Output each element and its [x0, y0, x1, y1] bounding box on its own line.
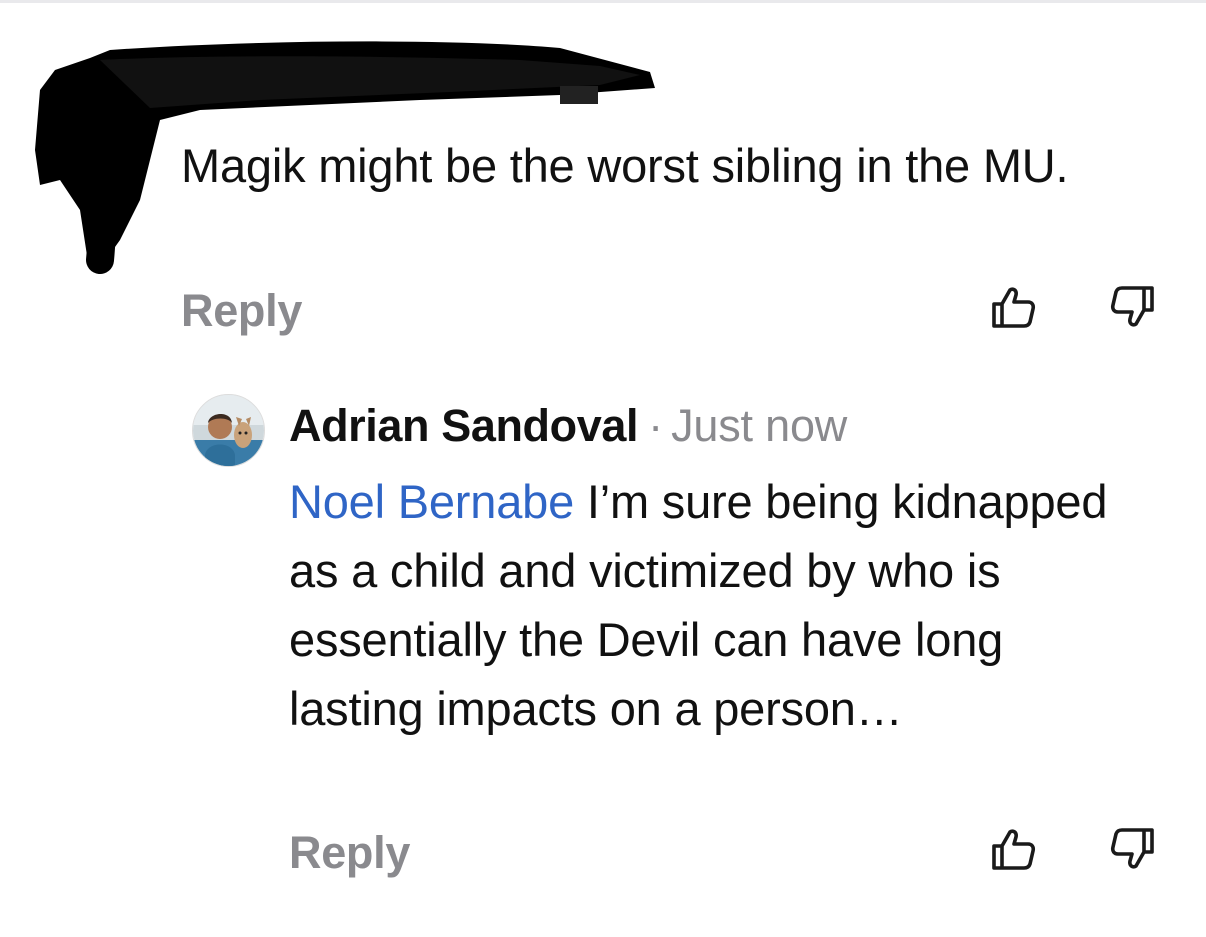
thumbs-down-icon[interactable] [1108, 282, 1158, 332]
thumbs-up-icon[interactable] [988, 282, 1038, 332]
timestamp: Just now [671, 400, 848, 451]
comment-thread: Magik might be the worst sibling in the … [0, 0, 1206, 937]
avatar[interactable] [192, 394, 265, 467]
reply-button[interactable]: Reply [289, 827, 410, 879]
thumbs-down-icon[interactable] [1108, 824, 1158, 874]
author-name[interactable]: Adrian Sandoval [289, 400, 638, 451]
reply-header: Adrian Sandoval · Just now [289, 398, 847, 454]
comment-text: Magik might be the worst sibling in the … [181, 139, 1069, 192]
mention-link[interactable]: Noel Bernabe [289, 475, 574, 528]
reply-text: Noel Bernabe I’m sure being kidnapped as… [289, 467, 1149, 743]
profile-photo [193, 395, 264, 466]
separator-dot: · [648, 400, 664, 451]
thumbs-up-icon[interactable] [988, 824, 1038, 874]
reply-button[interactable]: Reply [181, 285, 302, 337]
